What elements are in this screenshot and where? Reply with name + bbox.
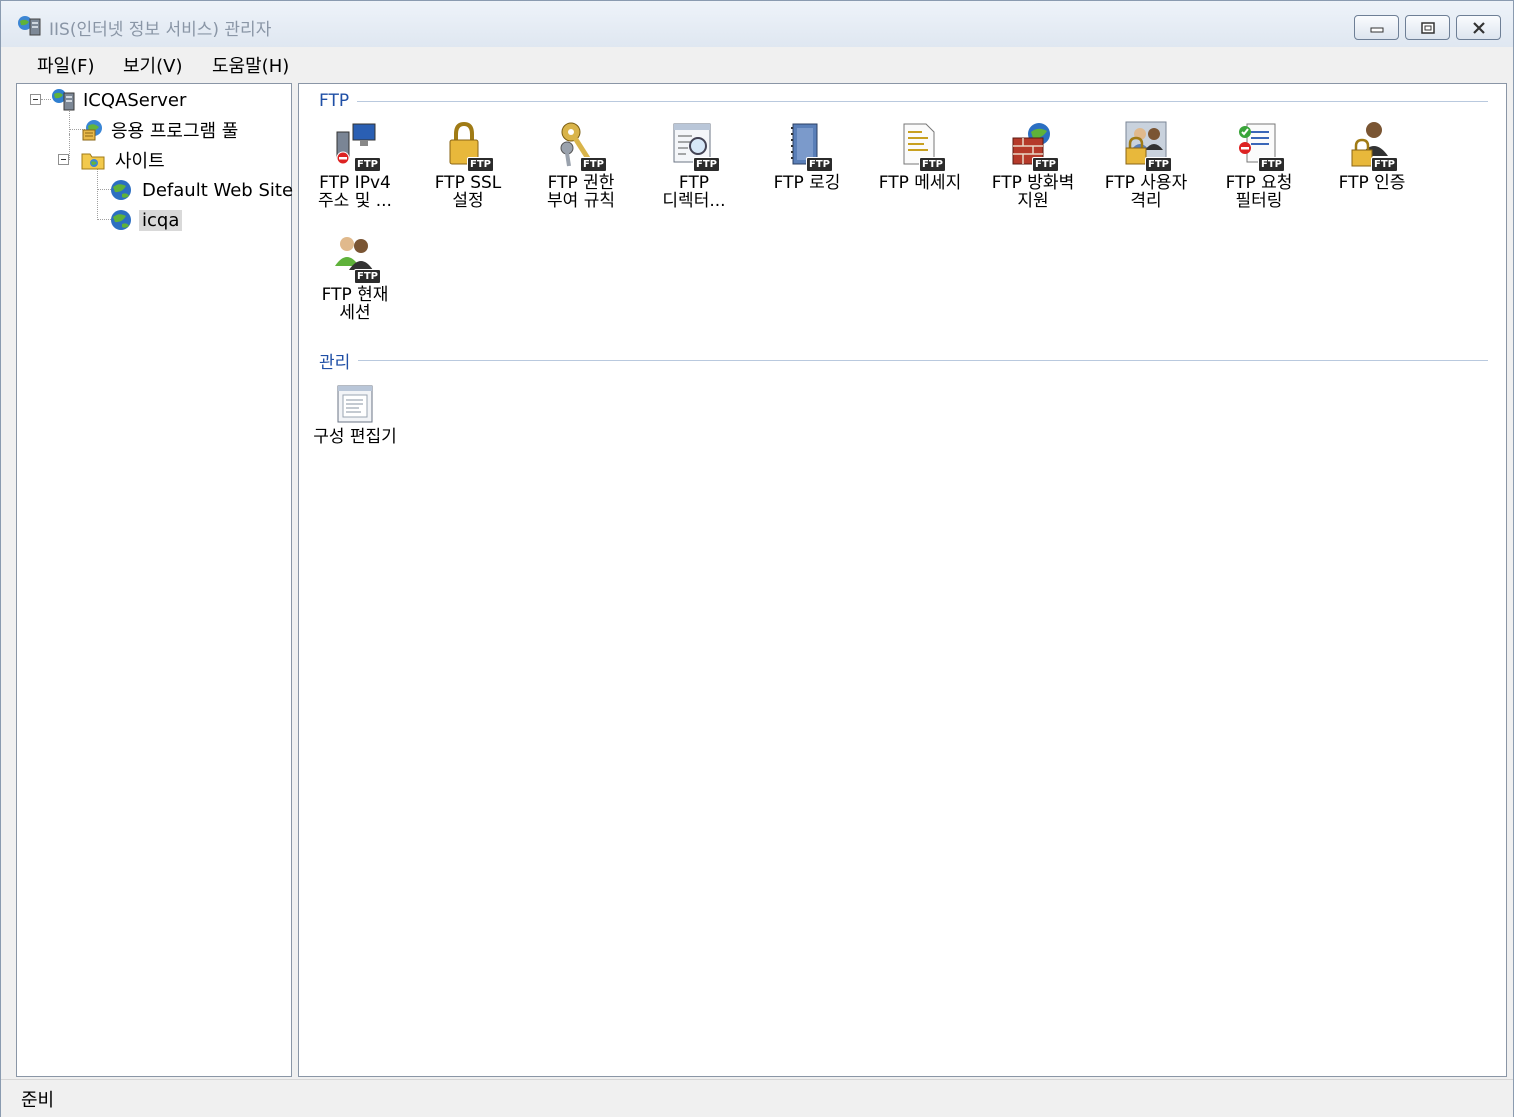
lock-icon: FTP [442,120,494,172]
tree-label: ICQAServer [83,89,187,111]
iis-app-icon [18,16,41,36]
feature-ftp-request-filtering[interactable]: FTP FTP 요청 필터링 [1203,120,1315,210]
menu-help[interactable]: 도움말(H) [208,52,293,78]
log-icon: FTP [781,120,833,172]
feature-ftp-authorization[interactable]: FTP FTP 권한 부여 규칙 [525,120,637,210]
features-view: FTP FTP FTP IPv4 주소 및 ... FTP FTP SSL 설정… [298,83,1507,1077]
restore-icon [1420,21,1435,34]
ftp-badge: FTP [1371,157,1398,172]
group-title: 관리 [319,352,351,373]
app-pool-icon [82,120,102,141]
server-icon [52,89,75,111]
menu-bar: 파일(F) 보기(V) 도움말(H) [17,47,1507,81]
user-isolation-icon: FTP [1120,120,1172,172]
ftp-badge: FTP [1258,157,1285,172]
window-title: IIS(인터넷 정보 서비스) 관리자 [49,20,272,40]
feature-label: FTP SSL 설정 [434,173,502,211]
ftp-badge: FTP [1032,157,1059,172]
feature-ftp-firewall[interactable]: FTP FTP 방화벽 지원 [977,120,1089,210]
globe-icon [111,180,131,200]
directory-browse-icon: FTP [668,120,720,172]
menu-view[interactable]: 보기(V) [119,52,186,78]
globe-icon [111,210,131,230]
feature-ftp-directory-browsing[interactable]: FTP FTP 디렉터... [638,120,750,210]
feature-ftp-user-isolation[interactable]: FTP FTP 사용자 격리 [1090,120,1202,210]
ipv4-icon: FTP [329,120,381,172]
ftp-badge: FTP [354,157,381,172]
feature-label: FTP 현재 세션 [321,285,389,323]
message-icon: FTP [894,120,946,172]
tree-item-app-pools[interactable]: 응용 프로그램 풀 [80,116,241,144]
feature-label: FTP 로깅 [773,173,841,193]
ftp-badge: FTP [354,269,381,284]
config-editor-icon [329,382,381,426]
close-icon [1472,21,1485,34]
tree-label: Default Web Site [142,179,294,201]
feature-label: FTP 사용자 격리 [1104,173,1188,211]
connections-tree: ICQAServer 응용 프로그램 풀 사이트 Default Web Sit… [16,83,293,1077]
folder-icon [81,153,105,170]
feature-ftp-ipv4[interactable]: FTP FTP IPv4 주소 및 ... [299,120,411,210]
tree-item-sites[interactable]: 사이트 [80,146,168,174]
feature-label: FTP 권한 부여 규칙 [547,173,615,211]
feature-configuration-editor[interactable]: 구성 편집기 [299,382,411,446]
feature-ftp-logging[interactable]: FTP FTP 로깅 [751,120,863,192]
feature-ftp-current-sessions[interactable]: FTP FTP 현재 세션 [299,232,411,322]
tree-label: icqa [139,209,183,231]
tree-collapse-toggle[interactable] [30,94,41,105]
ftp-badge: FTP [693,157,720,172]
group-header-ftp: FTP [319,90,1488,112]
menu-file[interactable]: 파일(F) [33,52,99,78]
tree-label: 응용 프로그램 풀 [111,121,239,142]
tree-item-server[interactable]: ICQAServer [50,86,189,114]
tree-line [69,134,70,160]
tree-item-icqa[interactable]: icqa [109,206,183,234]
ftp-badge: FTP [467,157,494,172]
feature-label: 구성 편집기 [313,427,397,447]
main-window: IIS(인터넷 정보 서비스) 관리자 파일(F) 보기(V) 도움말(H) I… [0,0,1514,1117]
authentication-icon: FTP [1346,120,1398,172]
status-bar: 준비 [1,1079,1513,1117]
request-filter-icon: FTP [1233,120,1285,172]
feature-label: FTP 디렉터... [662,173,726,211]
group-divider [357,100,1488,102]
feature-label: FTP 인증 [1338,173,1406,193]
minimize-button[interactable] [1354,15,1399,40]
feature-label: FTP IPv4 주소 및 ... [318,173,392,211]
tree-collapse-toggle[interactable] [58,154,69,165]
ftp-badge: FTP [1145,157,1172,172]
group-title: FTP [319,91,350,111]
feature-label: FTP 방화벽 지원 [991,173,1075,211]
minimize-icon [1370,27,1383,32]
group-header-management: 관리 [319,349,1488,373]
firewall-icon: FTP [1007,120,1059,172]
feature-ftp-messages[interactable]: FTP FTP 메세지 [864,120,976,192]
feature-ftp-authentication[interactable]: FTP FTP 인증 [1316,120,1428,192]
feature-ftp-ssl[interactable]: FTP FTP SSL 설정 [412,120,524,210]
tree-label: 사이트 [115,151,165,172]
ftp-badge: FTP [580,157,607,172]
ftp-badge: FTP [806,157,833,172]
ftp-badge: FTP [919,157,946,172]
key-icon: FTP [555,120,607,172]
status-text: 준비 [21,1090,55,1111]
close-button[interactable] [1456,15,1501,40]
group-divider [358,359,1488,361]
feature-label: FTP 요청 필터링 [1225,173,1293,211]
title-bar: IIS(인터넷 정보 서비스) 관리자 [1,1,1513,47]
tree-line [97,168,98,220]
sessions-icon: FTP [329,232,381,284]
feature-label: FTP 메세지 [878,173,962,193]
maximize-button[interactable] [1405,15,1450,40]
tree-item-default-web-site[interactable]: Default Web Site [109,176,296,204]
